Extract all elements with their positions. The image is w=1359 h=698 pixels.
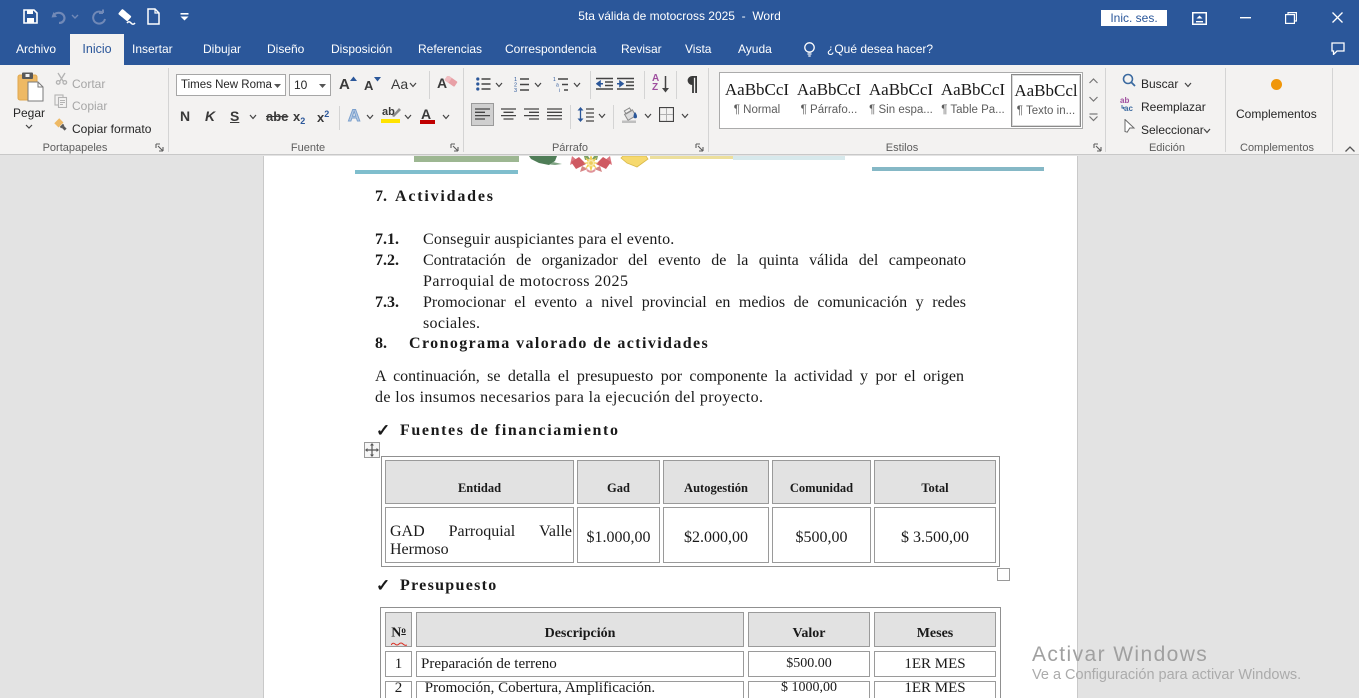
svg-text:ac: ac [1124, 104, 1133, 111]
svg-text:3: 3 [514, 88, 517, 92]
svg-text:i: i [559, 88, 560, 92]
